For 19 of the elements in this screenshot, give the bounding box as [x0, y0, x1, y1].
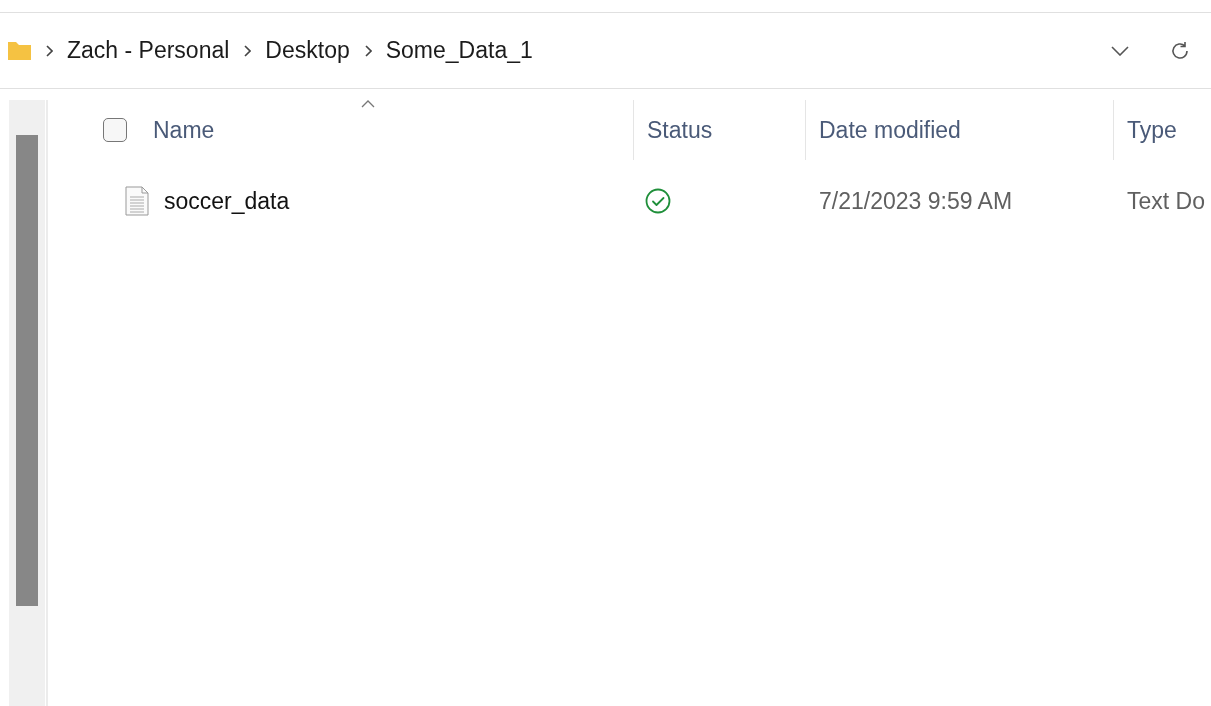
breadcrumb-item[interactable]: Desktop — [265, 33, 350, 68]
file-name[interactable]: soccer_data — [164, 183, 290, 219]
chevron-right-icon — [45, 44, 53, 57]
column-header[interactable]: Date modified — [819, 112, 961, 148]
breadcrumb-item[interactable]: Zach - Personal — [67, 33, 230, 68]
column-header[interactable]: Name — [153, 112, 215, 148]
chevron-down-icon — [1111, 45, 1129, 56]
date-cell: 7/21/2023 9:59 AM — [819, 187, 1013, 214]
folder-icon — [8, 40, 31, 61]
type-cell: Text Do — [1127, 187, 1205, 214]
refresh-icon — [1169, 39, 1191, 62]
scrollbar-thumb[interactable] — [16, 135, 38, 606]
chevron-right-icon — [243, 44, 252, 57]
column-header[interactable]: Status — [647, 112, 713, 148]
select-all-checkbox[interactable] — [103, 118, 127, 142]
breadcrumb-item[interactable]: Some_Data_1 — [385, 33, 533, 68]
chevron-right-icon — [363, 44, 372, 57]
text-file-icon — [125, 186, 149, 216]
column-header[interactable]: Type — [1127, 112, 1177, 148]
